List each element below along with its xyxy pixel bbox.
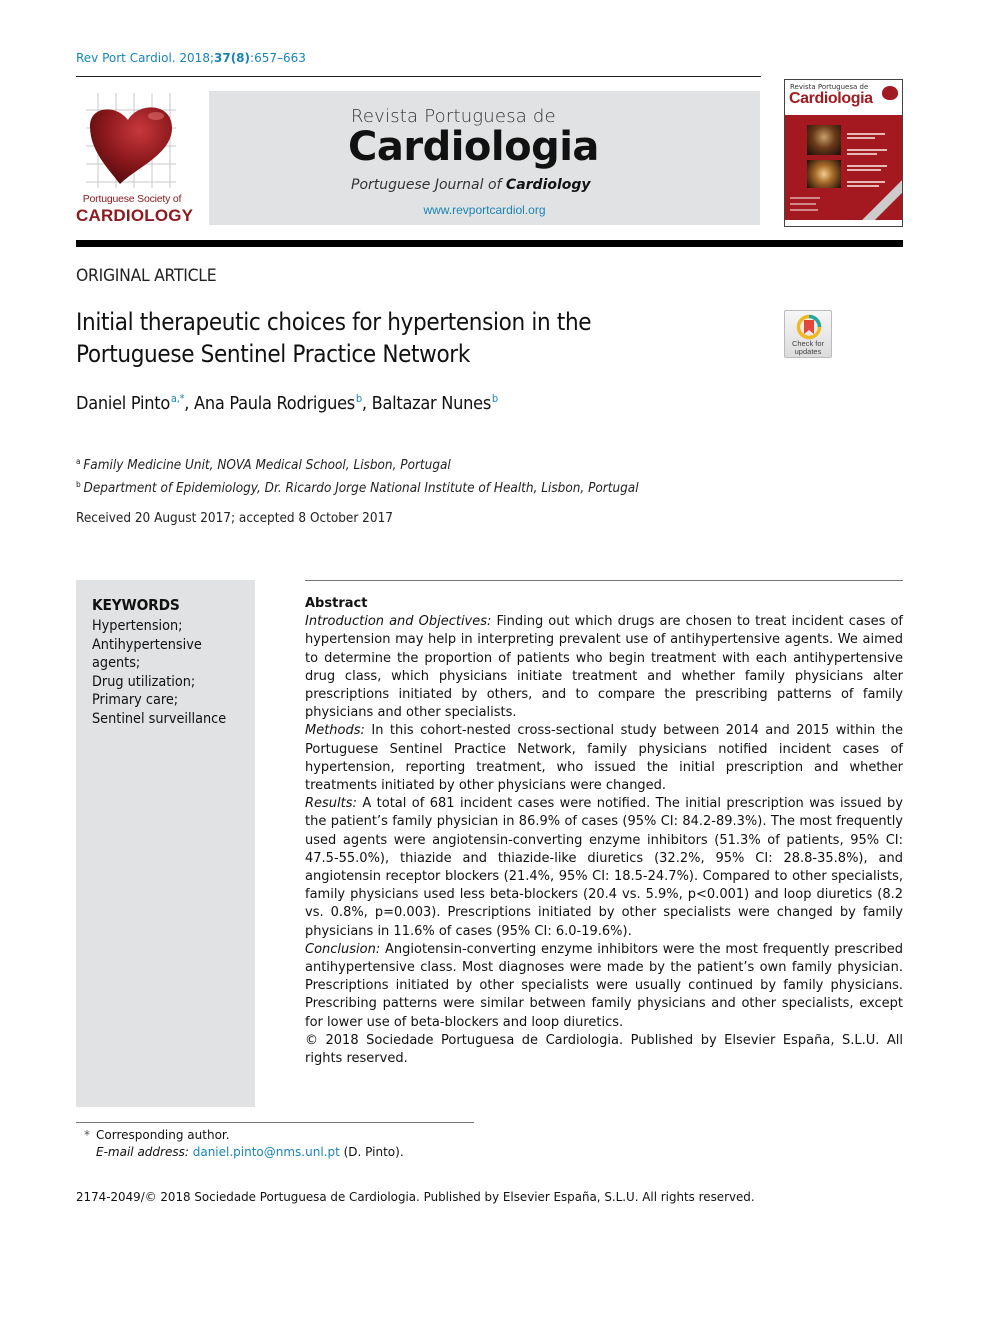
keyword: Hypertension; [92, 618, 183, 634]
email-label: E-mail address: [96, 1145, 189, 1159]
affiliation: a Family Medicine Unit, NOVA Medical Scho… [76, 452, 639, 475]
check-updates-line2: updates [794, 347, 822, 356]
check-for-updates-button[interactable]: Check for updates [784, 310, 832, 358]
cover-text-line [847, 149, 887, 151]
cover-text-line [847, 185, 879, 187]
affiliations: a Family Medicine Unit, NOVA Medical Scho… [76, 452, 639, 498]
cover-text-line [790, 203, 816, 205]
author[interactable]: Ana Paula Rodriguesb [194, 392, 362, 414]
corresponding-author-note: * Corresponding author. [84, 1127, 404, 1144]
abstract-divider [305, 580, 903, 581]
affiliation-text: Department of Epidemiology, Dr. Ricardo … [83, 481, 639, 496]
author-name: Baltazar Nunes [371, 393, 492, 414]
cover-text-line [790, 209, 818, 211]
issn-copyright-line: 2174-2049/© 2018 Sociedade Portuguesa de… [76, 1189, 755, 1204]
cover-image [807, 125, 841, 155]
article-title: Initial therapeutic choices for hyperten… [76, 308, 592, 368]
abstract-heading: Abstract [305, 596, 368, 611]
abstract-section-introduction: Introduction and Objectives: Finding out… [305, 613, 903, 722]
abstract: Abstract Introduction and Objectives: Fi… [305, 595, 903, 1068]
cover-text-line [847, 165, 887, 167]
citation-volume-issue: 37(8) [214, 51, 251, 65]
author-affiliation-marker[interactable]: a,* [171, 392, 185, 405]
journal-url-link[interactable]: www.revportcardiol.org [209, 203, 760, 217]
abstract-section-label: Introduction and Objectives: [305, 614, 492, 630]
abstract-section-label: Conclusion: [305, 941, 381, 957]
cover-text-line [847, 169, 881, 171]
cover-text-line [790, 197, 820, 199]
cover-header: Revista Portuguesa de Cardiologia [785, 80, 902, 115]
banner-english-bold: Cardiology [505, 177, 591, 193]
cover-image [807, 160, 841, 188]
email-row: E-mail address: daniel.pinto@nms.unl.pt … [84, 1144, 404, 1161]
affiliation-key: a [76, 457, 81, 466]
banner-english-prefix: Portuguese Journal of [351, 177, 506, 193]
heart-icon [86, 93, 176, 188]
abstract-section-label: Methods: [305, 723, 365, 739]
header-divider [76, 76, 761, 77]
citation-pages: :657–663 [250, 51, 306, 65]
abstract-section-text: Angiotensin-converting enzyme inhibitors… [305, 941, 903, 1030]
cover-title: Cardiologia [789, 90, 873, 107]
cover-heart-icon [882, 86, 898, 100]
abstract-section-results: Results: A total of 681 incident cases w… [305, 795, 903, 941]
author[interactable]: Baltazar Nunesb [371, 392, 499, 414]
journal-banner: Revista Portuguesa de Cardiologia Portug… [209, 91, 760, 225]
citation-journal: Rev Port Cardiol. 2018; [76, 51, 214, 65]
keyword: Antihypertensive agents; [92, 636, 202, 672]
abstract-section-text: A total of 681 incident cases were notif… [305, 796, 903, 939]
cover-text-line [847, 153, 877, 155]
banner-english-title: Portuguese Journal of Cardiology [351, 177, 591, 193]
society-name-big: CARDIOLOGY [76, 206, 194, 225]
keywords-heading: KEYWORDS [92, 596, 180, 614]
abstract-section-text: Finding out which drugs are chosen to tr… [305, 614, 903, 721]
author-name: Daniel Pinto [76, 393, 170, 414]
footnote-divider [76, 1122, 474, 1123]
abstract-copyright: © 2018 Sociedade Portuguesa de Cardiolog… [305, 1032, 903, 1067]
keywords-list: Hypertension; Antihypertensive agents; D… [92, 617, 253, 728]
author-list: Daniel Pintoa,*, Ana Paula Rodriguesb, B… [76, 392, 498, 414]
header-thick-divider [76, 240, 903, 247]
abstract-section-text: In this cohort-nested cross-sectional st… [305, 723, 903, 794]
author-affiliation-marker[interactable]: b [356, 392, 362, 405]
affiliation-text: Family Medicine Unit, NOVA Medical Schoo… [83, 458, 451, 473]
society-logo: Portuguese Society of CARDIOLOGY [76, 88, 194, 230]
corresponding-author-text: Corresponding author. [96, 1128, 230, 1142]
author-affiliation-marker[interactable]: b [492, 392, 498, 405]
author[interactable]: Daniel Pintoa,* [76, 392, 185, 414]
article-type: ORIGINAL ARTICLE [76, 266, 217, 286]
abstract-section-methods: Methods: In this cohort-nested cross-sec… [305, 722, 903, 795]
abstract-section-label: Results: [305, 796, 357, 812]
banner-title: Cardiologia [348, 124, 599, 170]
abstract-section-conclusion: Conclusion: Angiotensin-converting enzym… [305, 941, 903, 1032]
society-name: Portuguese Society of [82, 193, 182, 205]
journal-citation[interactable]: Rev Port Cardiol. 2018;37(8):657–663 [76, 51, 306, 65]
check-for-updates-label: Check for updates [785, 340, 831, 356]
author-name: Ana Paula Rodrigues [194, 393, 355, 414]
cover-text-line [847, 133, 885, 135]
keyword: Sentinel surveillance [92, 710, 227, 727]
keyword: Drug utilization; [92, 673, 196, 690]
affiliation-key: b [76, 480, 81, 489]
footnote-star: * [84, 1128, 90, 1142]
keyword: Primary care; [92, 692, 179, 708]
received-dates: Received 20 August 2017; accepted 8 Octo… [76, 511, 393, 526]
email-suffix: (D. Pinto). [339, 1145, 404, 1159]
cover-text-line [847, 181, 885, 183]
cover-footer [785, 220, 902, 226]
footnote: * Corresponding author. E-mail address: d… [84, 1127, 404, 1161]
cover-text-line [847, 137, 875, 139]
journal-cover-thumbnail: Revista Portuguesa de Cardiologia [784, 79, 903, 227]
email-link[interactable]: daniel.pinto@nms.unl.pt [193, 1145, 340, 1159]
bookmark-ring-icon [796, 314, 822, 340]
affiliation: b Department of Epidemiology, Dr. Ricardo… [76, 475, 639, 498]
keywords-box: KEYWORDS Hypertension; Antihypertensive … [76, 580, 255, 1107]
